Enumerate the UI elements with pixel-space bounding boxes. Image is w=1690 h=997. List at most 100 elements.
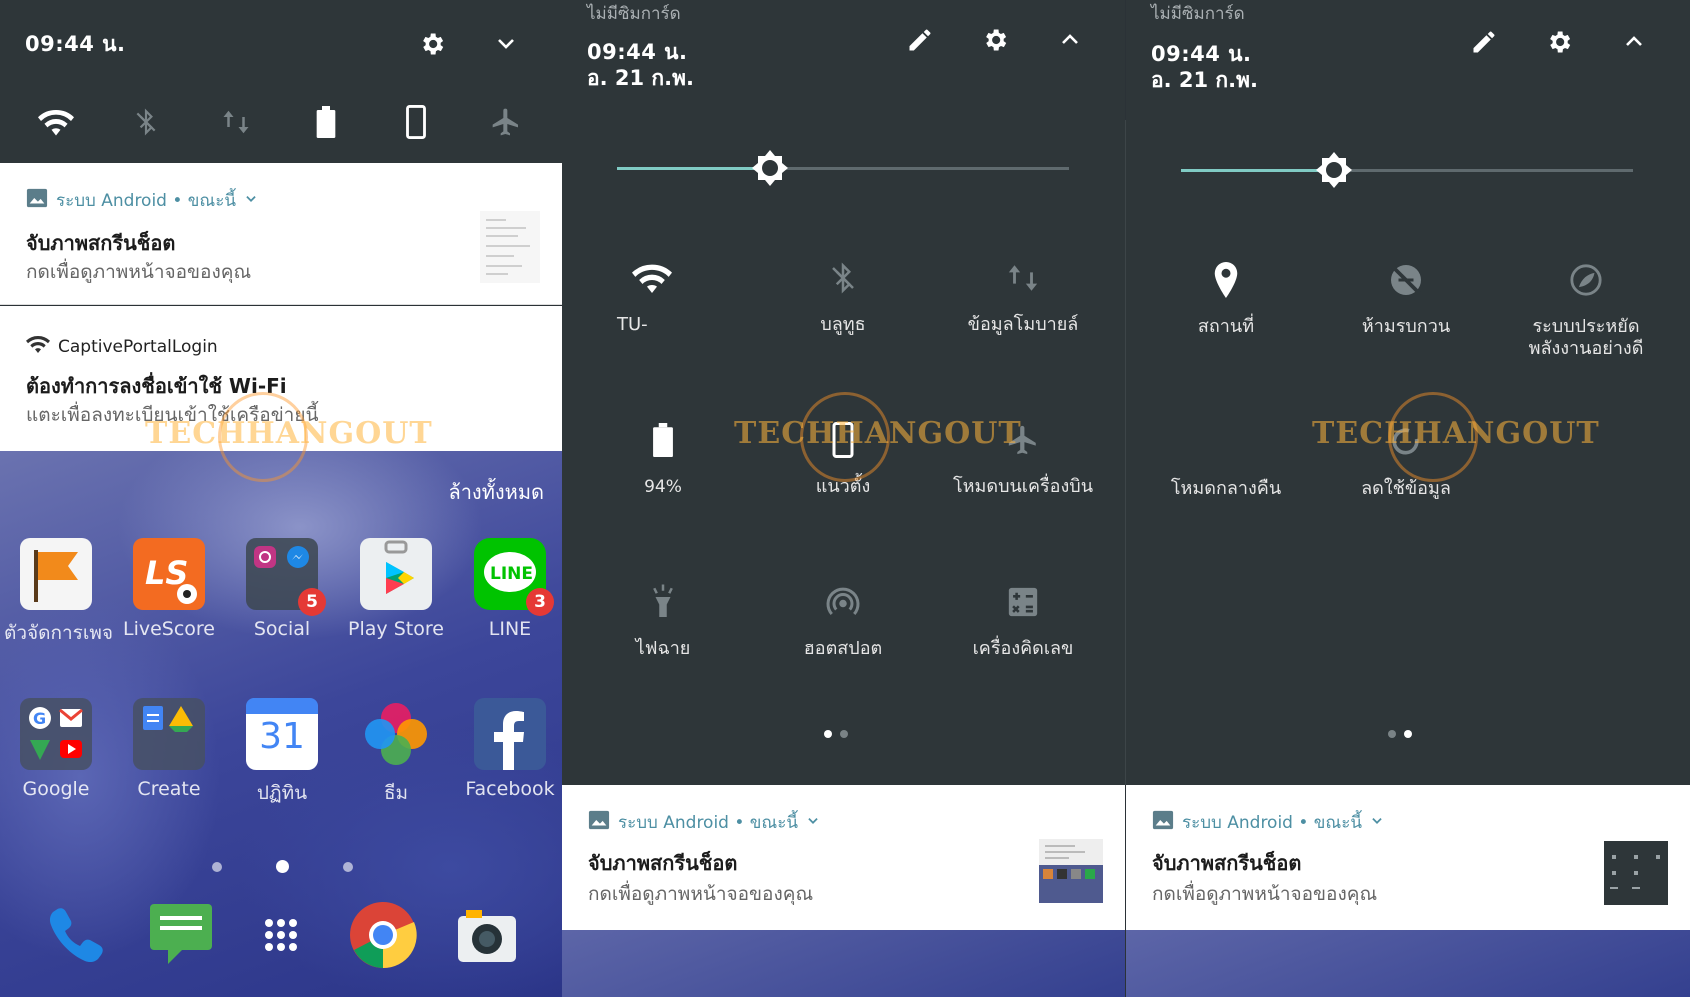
screenshot-thumbnail <box>480 211 540 283</box>
app-livescore[interactable]: LS LiveScore <box>117 538 221 640</box>
settings-icon[interactable] <box>979 24 1011 56</box>
social-folder-icon: 5 <box>246 538 326 616</box>
notification-app-line: CaptivePortalLogin <box>26 334 218 359</box>
page-indicator-dot <box>343 862 353 872</box>
no-sim-label: ไม่มีซิมการ์ด <box>1151 4 1245 24</box>
app-label: Google <box>22 778 90 800</box>
tile-label: โหมดบนเครื่องบิน <box>952 476 1093 497</box>
notification-app-line: ระบบ Android • ขณะนี้ <box>588 809 820 836</box>
notification-app-name: ระบบ Android • ขณะนี้ <box>618 813 798 833</box>
app-label: Play Store <box>348 618 444 640</box>
notification-app-line: ระบบ Android • ขณะนี้ <box>26 187 258 214</box>
notification-text: กดเพื่อดูภาพหน้าจอของคุณ <box>588 883 814 905</box>
battery-saver-icon <box>1564 258 1608 302</box>
app-calendar[interactable]: 31 ปฏิทิน <box>230 698 334 808</box>
collapse-chevron-icon[interactable] <box>1618 26 1650 58</box>
play-store-icon <box>360 538 432 610</box>
facebook-icon <box>474 698 546 770</box>
app-label: Facebook <box>465 778 555 800</box>
app-google-folder[interactable]: G Google <box>4 698 108 800</box>
no-sim-label: ไม่มีซิมการ์ด <box>587 4 681 24</box>
line-icon: LINE 3 <box>474 538 554 616</box>
notification-app-line: ระบบ Android • ขณะนี้ <box>1152 809 1384 836</box>
chevron-down-icon[interactable] <box>806 813 820 833</box>
airplane-icon[interactable] <box>486 102 526 142</box>
tile-label: ไฟฉาย <box>635 638 691 659</box>
app-label: ธีม <box>383 782 409 804</box>
battery-icon[interactable] <box>306 102 346 142</box>
watermark: TECHHANGOUT <box>145 416 433 451</box>
notification-app-name: ระบบ Android • ขณะนี้ <box>56 191 236 211</box>
expand-chevron-icon[interactable] <box>490 28 522 60</box>
app-social-folder[interactable]: 5 Social <box>230 538 334 640</box>
tile-label: บลูทูธ <box>820 314 866 335</box>
quick-settings-page-2: ไม่มีซิมการ์ด 09:44 น. อ. 21 ก.พ. สถานที… <box>1126 0 1690 997</box>
tile-wifi[interactable]: TU- <box>562 256 742 336</box>
settings-icon[interactable] <box>1543 26 1575 58</box>
app-label: ตัวจัดการเพจ <box>4 622 114 644</box>
brightness-icon[interactable] <box>750 148 790 188</box>
camera-icon[interactable] <box>452 900 522 970</box>
app-label: LINE <box>488 618 532 640</box>
app-line[interactable]: LINE 3 LINE <box>458 538 562 640</box>
messages-icon[interactable] <box>146 900 216 970</box>
app-create-folder[interactable]: Create <box>117 698 221 800</box>
brightness-fill <box>1181 169 1334 172</box>
notification-screenshot[interactable]: ระบบ Android • ขณะนี้ จับภาพสกรีนช็อต กด… <box>0 163 562 305</box>
app-play-store[interactable]: Play Store <box>344 538 448 640</box>
tile-location[interactable]: สถานที่ <box>1136 258 1316 338</box>
battery-icon <box>641 418 685 462</box>
tile-calculator[interactable]: เครื่องคิดเลข <box>933 580 1113 660</box>
chevron-down-icon[interactable] <box>244 191 258 211</box>
clear-all-button[interactable]: ล้างทั้งหมด <box>448 476 544 508</box>
tile-label: โหมดกลางคืน <box>1170 478 1282 499</box>
chevron-down-icon[interactable] <box>1370 813 1384 833</box>
flashlight-icon <box>641 580 685 624</box>
location-icon <box>1204 258 1248 302</box>
mobile-data-icon[interactable] <box>216 102 256 142</box>
tile-do-not-disturb[interactable]: ห้ามรบกวน <box>1316 258 1496 338</box>
app-themes[interactable]: ธีม <box>344 698 448 808</box>
app-drawer-icon[interactable] <box>246 900 316 970</box>
tile-label: เครื่องคิดเลข <box>972 638 1074 659</box>
page-dot <box>840 730 848 738</box>
image-icon <box>588 809 610 836</box>
notification-screenshot[interactable]: ระบบ Android • ขณะนี้ จับภาพสกรีนช็อต กด… <box>562 785 1125 930</box>
phone-icon[interactable] <box>42 900 112 970</box>
edit-pencil-icon[interactable] <box>1468 26 1500 58</box>
calendar-day: 31 <box>259 716 305 757</box>
notification-screenshot[interactable]: ระบบ Android • ขณะนี้ จับภาพสกรีนช็อต กด… <box>1126 785 1690 930</box>
app-page-manager[interactable]: ตัวจัดการเพจ <box>4 538 114 648</box>
wifi-icon[interactable] <box>36 102 76 142</box>
image-icon <box>26 187 48 214</box>
page-dot <box>1388 730 1396 738</box>
wifi-alert-icon <box>26 334 50 359</box>
collapse-chevron-icon[interactable] <box>1054 24 1086 56</box>
tile-mobile-data[interactable]: ข้อมูลโมบายล์ <box>933 256 1113 336</box>
app-facebook[interactable]: Facebook <box>458 698 562 800</box>
tile-flashlight[interactable]: ไฟฉาย <box>573 580 753 660</box>
bluetooth-off-icon[interactable] <box>126 102 166 142</box>
settings-icon[interactable] <box>416 28 448 60</box>
quick-settings-page-1: ไม่มีซิมการ์ด 09:44 น. อ. 21 ก.พ. TU- บล… <box>562 0 1125 997</box>
notification-badge: 3 <box>526 588 554 616</box>
tile-label: TU- <box>617 314 648 335</box>
qs-page-indicator <box>824 730 848 738</box>
tile-battery-saver[interactable]: ระบบประหยัด พลังงานอย่างดี <box>1496 258 1676 360</box>
tile-hotspot[interactable]: ฮอตสปอต <box>753 580 933 660</box>
night-mode-icon <box>1204 420 1248 464</box>
tile-bluetooth[interactable]: บลูทูธ <box>753 256 933 336</box>
notification-app-name: ระบบ Android • ขณะนี้ <box>1182 813 1362 833</box>
edit-pencil-icon[interactable] <box>904 24 936 56</box>
tile-battery[interactable]: 94% <box>573 418 753 498</box>
tile-night-mode[interactable]: โหมดกลางคืน <box>1136 420 1316 500</box>
tile-label: ฮอตสปอต <box>803 638 883 659</box>
page-dot-active <box>1404 730 1412 738</box>
brightness-icon[interactable] <box>1314 150 1354 190</box>
flag-icon <box>20 538 92 610</box>
watermark: TECHHANGOUT <box>734 416 1022 451</box>
chrome-icon[interactable] <box>348 900 418 970</box>
portrait-icon[interactable] <box>396 102 436 142</box>
page-indicator-dot <box>212 862 222 872</box>
svg-text:G: G <box>33 709 46 728</box>
